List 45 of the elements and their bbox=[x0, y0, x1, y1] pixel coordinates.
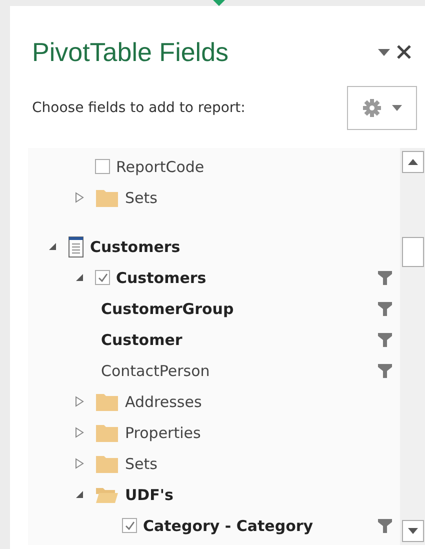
folder-icon bbox=[95, 454, 119, 474]
gear-icon bbox=[362, 98, 382, 118]
folder-icon bbox=[95, 188, 119, 208]
checkbox[interactable] bbox=[95, 159, 110, 174]
instruction-text: Choose fields to add to report: bbox=[32, 100, 246, 116]
field-label[interactable]: Addresses bbox=[119, 392, 392, 410]
table-icon bbox=[68, 236, 84, 258]
field-label[interactable]: Customers bbox=[84, 238, 392, 256]
scroll-thumb[interactable] bbox=[402, 237, 424, 267]
checkbox[interactable] bbox=[122, 518, 137, 533]
scroll-up-button[interactable] bbox=[402, 151, 424, 173]
field-label[interactable]: Sets bbox=[119, 454, 392, 472]
expand-arrow[interactable] bbox=[75, 490, 84, 499]
pointer-mark bbox=[213, 0, 225, 6]
folder-icon bbox=[95, 422, 119, 442]
down-arrow-icon bbox=[408, 528, 418, 534]
expand-arrow[interactable] bbox=[75, 192, 84, 203]
expand-arrow[interactable] bbox=[48, 242, 57, 251]
field-label[interactable]: CustomerGroup bbox=[95, 300, 378, 318]
filter-icon[interactable] bbox=[378, 518, 392, 532]
field-label[interactable]: ContactPerson bbox=[95, 362, 378, 380]
field-label[interactable]: Customers bbox=[110, 268, 378, 286]
caret-icon bbox=[392, 105, 402, 111]
field-label[interactable]: Customer bbox=[95, 330, 378, 348]
filter-icon[interactable] bbox=[378, 364, 392, 378]
folder-icon bbox=[95, 392, 119, 412]
expand-arrow[interactable] bbox=[75, 427, 84, 438]
field-label[interactable]: Category - Category bbox=[137, 516, 378, 534]
expand-arrow[interactable] bbox=[75, 396, 84, 407]
filter-icon[interactable] bbox=[378, 270, 392, 284]
scrollbar[interactable] bbox=[400, 148, 425, 545]
expand-arrow[interactable] bbox=[75, 458, 84, 469]
expand-arrow[interactable] bbox=[75, 273, 84, 282]
settings-button[interactable] bbox=[347, 86, 417, 130]
dropdown-icon[interactable] bbox=[375, 48, 393, 56]
scroll-down-button[interactable] bbox=[402, 520, 424, 542]
up-arrow-icon bbox=[408, 159, 418, 165]
checkbox[interactable] bbox=[95, 270, 110, 285]
filter-icon[interactable] bbox=[378, 332, 392, 346]
field-label[interactable]: Sets bbox=[119, 188, 392, 206]
field-label[interactable]: Properties bbox=[119, 424, 392, 442]
field-label[interactable]: ReportCode bbox=[110, 158, 392, 176]
panel-title: PivotTable Fields bbox=[32, 36, 230, 68]
filter-icon[interactable] bbox=[378, 302, 392, 316]
field-label[interactable]: UDF's bbox=[119, 486, 392, 504]
